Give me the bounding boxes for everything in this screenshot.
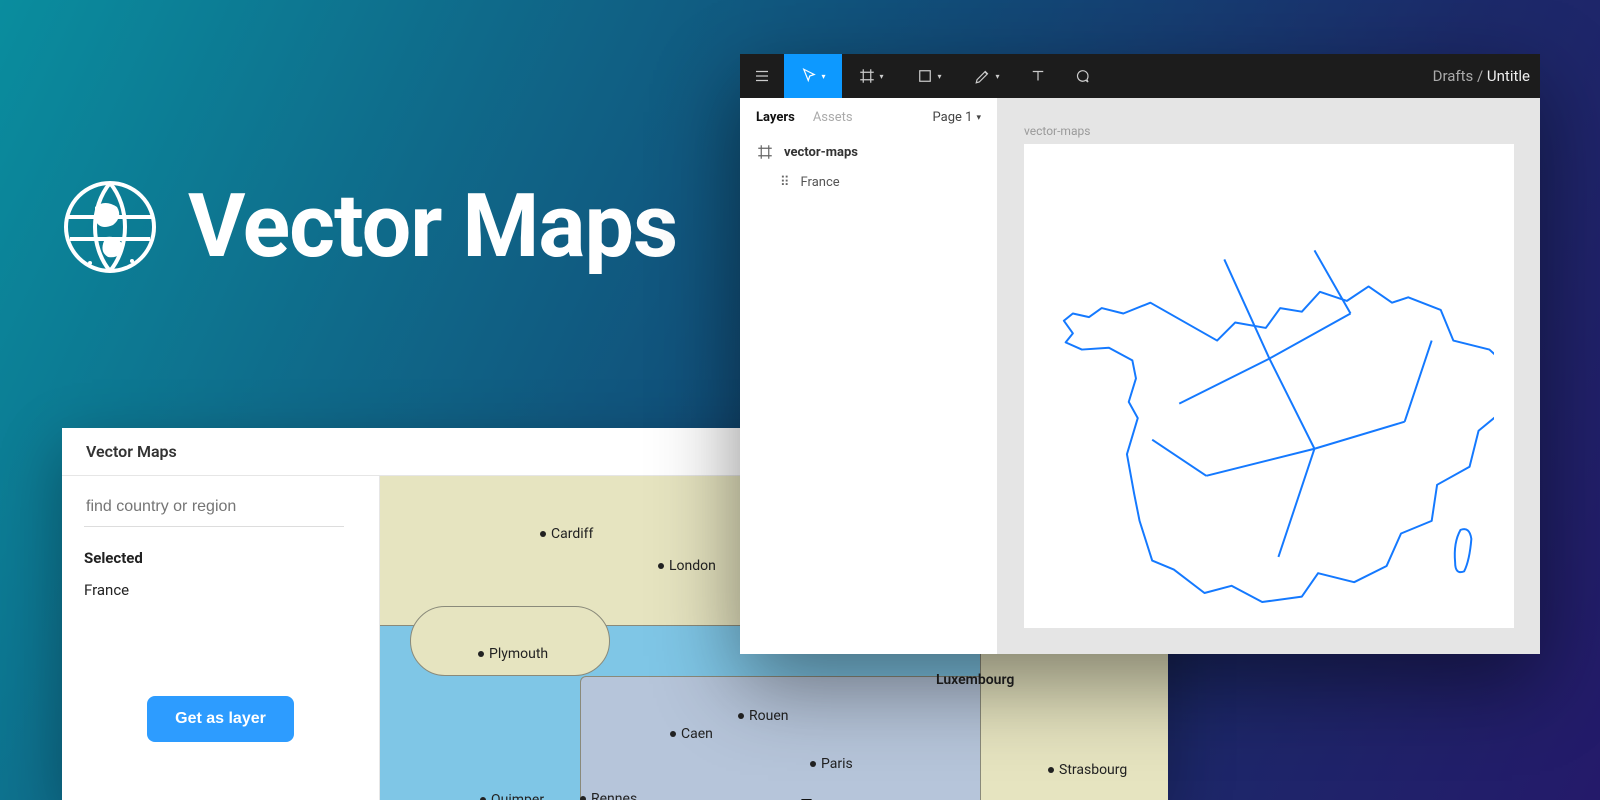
shape-tool-button[interactable]: ▾ (900, 54, 958, 98)
chevron-down-icon: ▾ (937, 72, 941, 81)
pen-tool-button[interactable]: ▾ (958, 54, 1016, 98)
group-icon: ⠿ (780, 175, 791, 190)
city-label: Caen (670, 726, 713, 742)
get-as-layer-button[interactable]: Get as layer (147, 696, 294, 742)
hero-title: Vector Maps (188, 175, 677, 278)
city-label: Rennes (580, 791, 637, 800)
comment-tool-button[interactable] (1060, 54, 1104, 98)
chevron-down-icon: ▾ (879, 72, 883, 81)
city-label: Plymouth (478, 646, 548, 662)
canvas-area[interactable]: vector-maps (998, 98, 1540, 654)
chevron-down-icon: ▾ (976, 113, 981, 123)
layer-label: France (801, 175, 840, 190)
cursor-icon (800, 67, 818, 85)
hero: Vector Maps (60, 175, 677, 278)
pen-icon (974, 67, 992, 85)
tab-assets[interactable]: Assets (813, 110, 853, 125)
city-label: Strasbourg (1048, 762, 1127, 778)
frame-icon (858, 67, 876, 85)
breadcrumb-parent[interactable]: Drafts (1433, 67, 1474, 85)
selected-heading: Selected (84, 549, 357, 567)
breadcrumb-current[interactable]: Untitle (1487, 67, 1530, 85)
search-input[interactable] (84, 490, 344, 527)
globe-icon (60, 177, 160, 277)
page-selector[interactable]: Page 1▾ (933, 110, 981, 125)
comment-icon (1073, 67, 1091, 85)
city-label: Luxembourg (936, 672, 1014, 688)
country-label: France (800, 796, 867, 800)
city-label: London (658, 558, 716, 574)
canvas-frame[interactable] (1024, 144, 1514, 628)
selected-value[interactable]: France (84, 581, 357, 599)
breadcrumb[interactable]: Drafts / Untitle (1433, 67, 1540, 85)
chevron-down-icon: ▾ (821, 72, 825, 81)
frame-icon (756, 143, 774, 161)
city-label: Rouen (738, 708, 788, 724)
text-icon (1029, 67, 1047, 85)
hamburger-icon (753, 67, 771, 85)
city-label: Cardiff (540, 526, 593, 542)
workspace: Layers Assets Page 1▾ vector-maps ⠿ Fran… (740, 98, 1540, 654)
square-icon (916, 67, 934, 85)
hamburger-menu-button[interactable] (740, 54, 784, 98)
text-tool-button[interactable] (1016, 54, 1060, 98)
france-vector[interactable] (1044, 163, 1495, 608)
layers-panel: Layers Assets Page 1▾ vector-maps ⠿ Fran… (740, 98, 998, 654)
toolbar: ▾ ▾ ▾ ▾ Drafts / Untitle (740, 54, 1540, 98)
plugin-sidebar: Selected France Get as layer (62, 476, 380, 800)
design-tool-window: ▾ ▾ ▾ ▾ Drafts / Untitle Layers Assets (740, 54, 1540, 654)
layer-label: vector-maps (784, 145, 858, 160)
tab-layers[interactable]: Layers (756, 110, 795, 125)
move-tool-button[interactable]: ▾ (784, 54, 842, 98)
frame-label: vector-maps (1024, 124, 1514, 138)
layer-row-frame[interactable]: vector-maps (756, 143, 981, 161)
frame-tool-button[interactable]: ▾ (842, 54, 900, 98)
city-label: Quimper (480, 792, 544, 800)
city-label: Paris (810, 756, 853, 772)
chevron-down-icon: ▾ (995, 72, 999, 81)
layer-row-group[interactable]: ⠿ France (780, 175, 981, 190)
